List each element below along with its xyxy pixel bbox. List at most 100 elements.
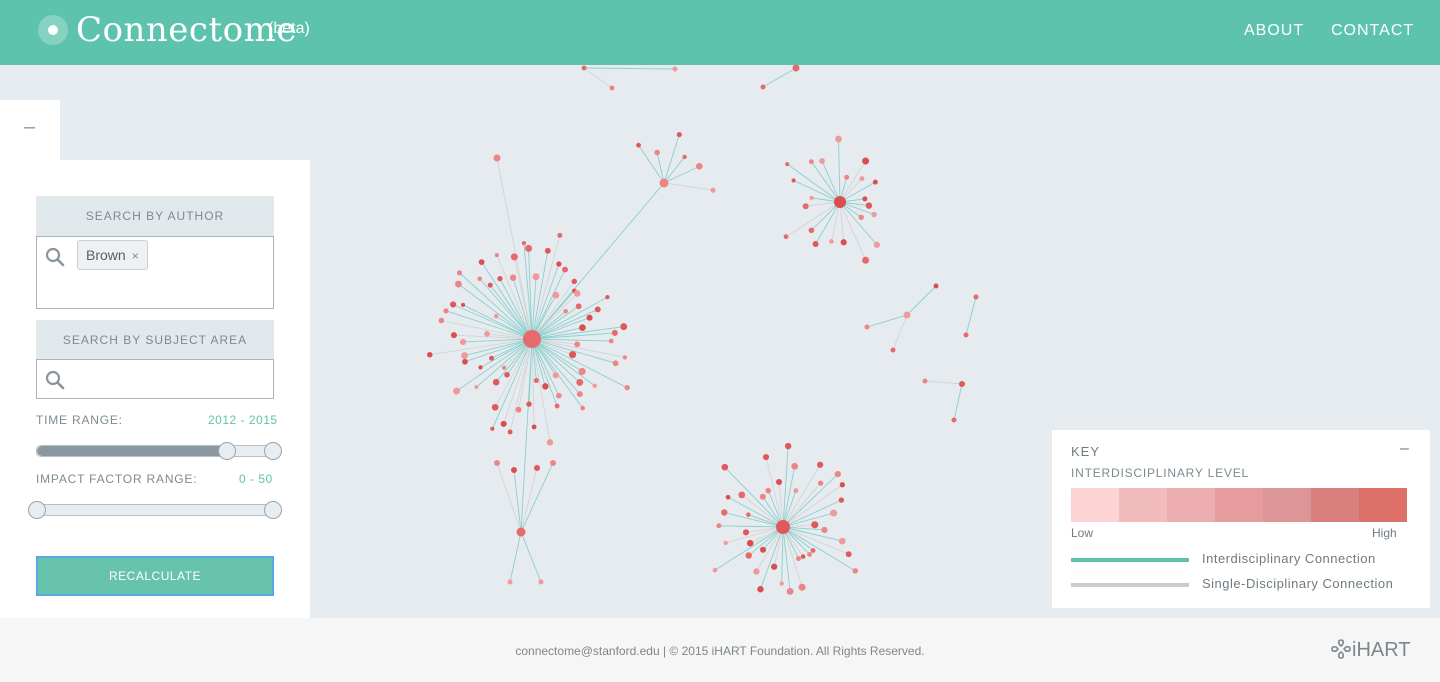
tag-remove-icon[interactable]: × <box>132 249 139 263</box>
graph-node <box>609 85 615 91</box>
graph-node <box>592 383 598 389</box>
impact-range-handle-end[interactable] <box>264 501 282 519</box>
time-range-handle-end[interactable] <box>264 442 282 460</box>
graph-node <box>745 552 752 559</box>
graph-node <box>487 282 493 288</box>
scale-swatch-6 <box>1359 488 1407 522</box>
graph-node <box>478 259 485 266</box>
graph-node <box>516 527 526 537</box>
nav-about[interactable]: ABOUT <box>1244 22 1304 40</box>
graph-node <box>808 159 814 165</box>
graph-node <box>576 378 584 386</box>
time-range-slider[interactable] <box>36 445 274 457</box>
graph-node <box>725 494 731 500</box>
graph-node <box>459 338 467 346</box>
graph-node <box>807 551 813 557</box>
graph-edge <box>531 182 665 340</box>
graph-edges <box>429 67 977 592</box>
graph-node <box>792 65 800 72</box>
graph-node <box>501 365 507 370</box>
single-disciplinary-line-swatch <box>1071 583 1189 587</box>
graph-node <box>834 470 841 478</box>
graph-node <box>493 154 501 162</box>
graph-node <box>490 426 495 431</box>
graph-node <box>586 314 593 321</box>
search-icon <box>45 247 65 267</box>
graph-node <box>838 537 846 545</box>
time-range-handle-start[interactable] <box>218 442 236 460</box>
graph-node <box>509 274 517 281</box>
graph-node <box>762 453 770 461</box>
graph-edge <box>531 281 575 340</box>
graph-node <box>858 214 864 221</box>
graph-node <box>491 403 499 411</box>
graph-node <box>474 384 479 390</box>
graph-node <box>959 381 965 387</box>
graph-node <box>872 179 878 185</box>
brand-title[interactable]: Connectome <box>76 10 297 50</box>
graph-node <box>859 176 865 182</box>
ihart-logo[interactable]: iHART <box>1330 638 1411 662</box>
graph-node <box>538 579 544 585</box>
graph-node <box>791 462 799 470</box>
graph-edge <box>462 304 533 340</box>
graph-node <box>493 313 499 319</box>
author-tag[interactable]: Brown × <box>77 240 148 270</box>
graph-node <box>654 149 660 156</box>
graph-node <box>742 529 750 536</box>
graph-node <box>802 203 809 210</box>
graph-node <box>779 581 784 586</box>
graph-node <box>812 241 819 248</box>
graph-node <box>556 261 562 267</box>
graph-node <box>478 365 483 370</box>
graph-node <box>461 302 466 307</box>
graph-node <box>620 323 628 331</box>
graph-node <box>576 391 583 398</box>
graph-node <box>489 355 495 361</box>
nav-contact[interactable]: CONTACT <box>1331 22 1414 40</box>
graph-node <box>507 429 513 435</box>
graph-node <box>716 523 722 529</box>
logo-icon[interactable] <box>38 15 68 45</box>
graph-node <box>574 341 581 348</box>
graph-nodes <box>427 65 979 595</box>
graph-edge <box>509 531 522 583</box>
graph-node <box>865 202 873 209</box>
graph-edge <box>762 67 797 88</box>
graph-edge <box>725 526 784 544</box>
interdisciplinary-label: Interdisciplinary Connection <box>1202 551 1376 566</box>
graph-node <box>817 480 824 486</box>
graph-edge <box>839 181 876 203</box>
graph-node <box>611 329 618 336</box>
legend-collapse-button[interactable]: – <box>1400 440 1409 458</box>
scale-swatch-0 <box>1071 488 1119 522</box>
graph-node <box>682 154 687 160</box>
graph-edge <box>663 182 714 191</box>
subject-search-input[interactable] <box>36 359 274 399</box>
top-bar: Connectome (beta) ABOUT CONTACT <box>0 0 1440 65</box>
time-range-value: 2012 - 2015 <box>208 413 278 427</box>
graph-node <box>510 253 518 261</box>
graph-node <box>443 308 449 314</box>
graph-node <box>542 383 549 390</box>
impact-range-slider[interactable] <box>36 504 274 516</box>
graph-node <box>864 324 870 330</box>
recalculate-button[interactable]: RECALCULATE <box>36 556 274 596</box>
author-search-input[interactable]: Brown × <box>36 236 274 309</box>
graph-node <box>579 324 586 331</box>
legend-subtitle: INTERDISCIPLINARY LEVEL <box>1071 466 1250 480</box>
collapse-icon: – <box>24 116 36 138</box>
graph-node <box>659 178 669 188</box>
graph-node <box>544 247 551 254</box>
footer: connectome@stanford.edu | © 2015 iHART F… <box>0 618 1440 682</box>
graph-node <box>852 568 859 574</box>
graph-node <box>515 406 522 413</box>
graph-node <box>573 290 581 297</box>
graph-edge <box>520 467 538 533</box>
scale-swatch-2 <box>1167 488 1215 522</box>
impact-range-handle-start[interactable] <box>28 501 46 519</box>
graph-node <box>808 227 815 234</box>
graph-node <box>500 420 507 427</box>
sidebar-collapse-tab[interactable]: – <box>0 100 60 160</box>
graph-node <box>696 162 703 170</box>
